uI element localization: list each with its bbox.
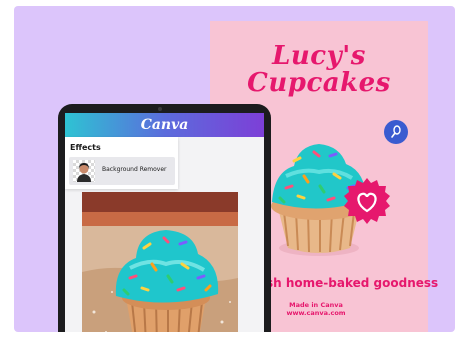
poster-credit-line2: www.canva.com	[286, 309, 346, 317]
tablet-screen: Canva Effects Background Remover	[65, 113, 264, 332]
whisk-icon	[384, 120, 408, 144]
portrait-thumbnail-icon	[73, 160, 95, 182]
camera-dot	[158, 107, 162, 111]
tablet-device: Canva Effects Background Remover	[58, 104, 271, 332]
effects-panel: Effects Background Remover	[65, 137, 178, 189]
editor-canvas	[65, 189, 264, 332]
poster-tagline: sh home-baked goodness	[266, 276, 439, 290]
canva-logo: Canva	[140, 117, 189, 133]
effect-item-background-remover[interactable]: Background Remover	[69, 157, 175, 185]
app-topbar: Canva	[65, 113, 264, 137]
hero-illustration: Lucy's Cupcakes sh home-baked goodness M…	[0, 0, 468, 341]
effects-panel-title: Effects	[70, 143, 101, 152]
effect-item-label: Background Remover	[102, 166, 167, 173]
poster-title-line1: Lucy's	[272, 41, 366, 71]
lavender-backdrop: Lucy's Cupcakes sh home-baked goodness M…	[14, 6, 455, 332]
poster-title-line2: Cupcakes	[247, 68, 391, 98]
heart-icon	[344, 178, 390, 224]
poster-credit-line1: Made in Canva	[289, 301, 343, 309]
poster-credit: Made in Canva www.canva.com	[266, 301, 366, 317]
cupcake-photo[interactable]	[82, 192, 238, 332]
